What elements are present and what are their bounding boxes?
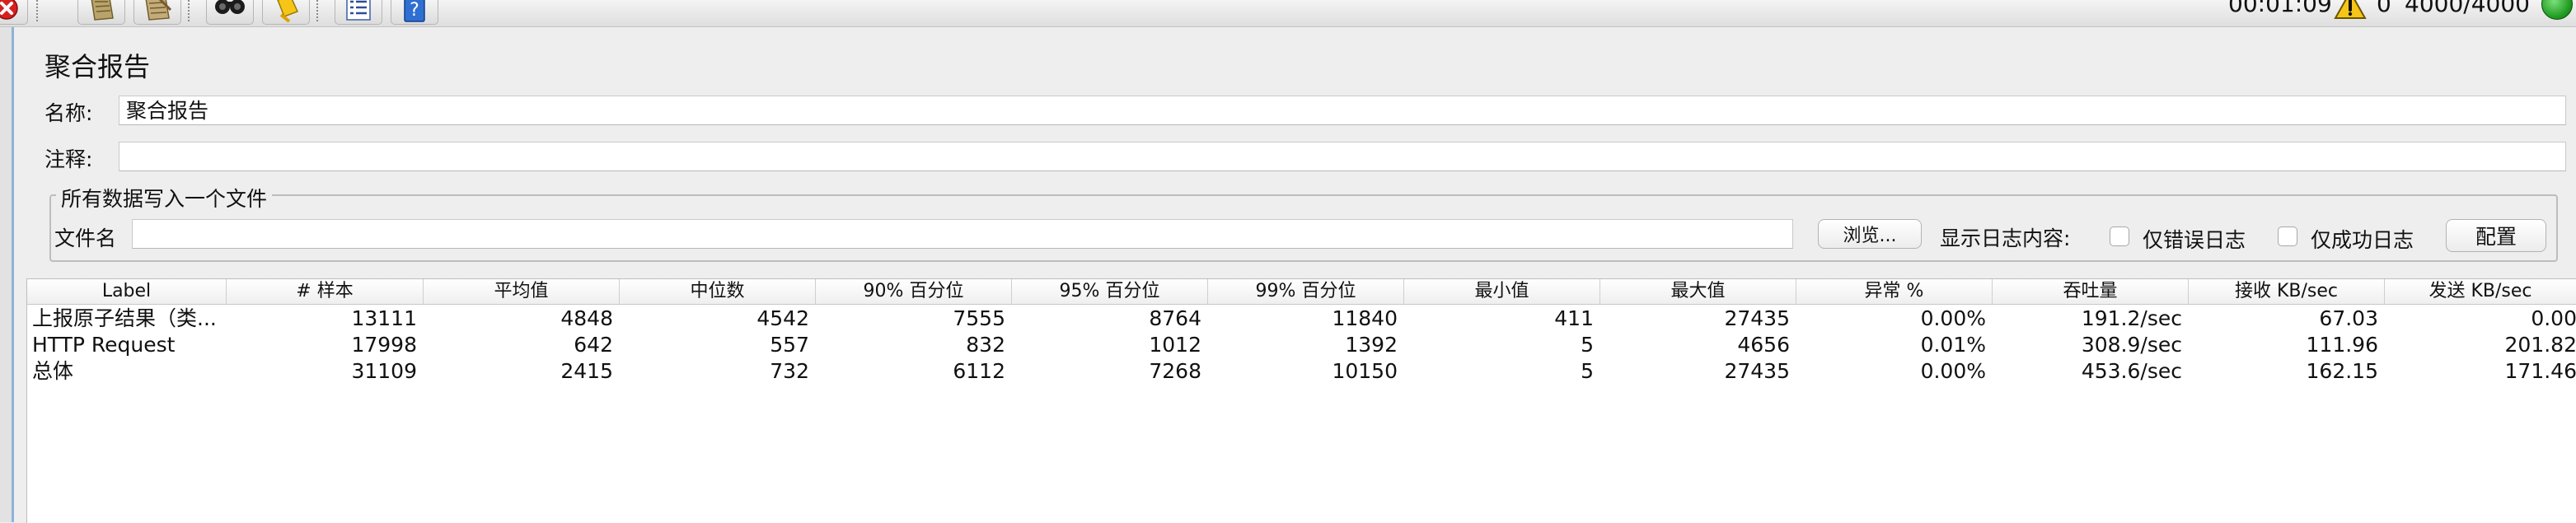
column-header-label[interactable]: Label — [27, 279, 227, 304]
cell-90-percentile: 6112 — [953, 359, 1005, 383]
name-field[interactable]: 聚合报告 — [119, 96, 2566, 125]
comment-field[interactable] — [119, 142, 2566, 171]
cell-average: 4848 — [560, 306, 613, 330]
table-row[interactable]: HTTP Request 17998 642 557 832 1012 1392… — [27, 332, 2576, 358]
column-header-min[interactable]: 最小值 — [1404, 279, 1600, 304]
toolbar: ? 00:01:09 0 4000/4000 — [0, 0, 2576, 27]
cell-max: 27435 — [1724, 359, 1790, 383]
cell-90-percentile: 7555 — [953, 306, 1005, 330]
cell-min: 411 — [1554, 306, 1594, 330]
filename-field[interactable] — [132, 219, 1793, 249]
name-label: 名称: — [44, 101, 93, 125]
column-header-average[interactable]: 平均值 — [424, 279, 620, 304]
cell-label: HTTP Request — [32, 333, 176, 357]
cell-sent-kb: 0.00 — [2531, 306, 2576, 330]
toolbar-separator — [316, 0, 318, 21]
cell-label: 上报原子结果（类... — [32, 306, 217, 330]
toolbar-separator — [188, 0, 190, 21]
comment-label: 注释: — [44, 147, 93, 171]
warning-count: 0 — [2377, 0, 2391, 17]
write-to-file-legend: 所有数据写入一个文件 — [56, 183, 273, 212]
run-status-icon — [2541, 0, 2573, 20]
cell-sent-kb: 201.82 — [2504, 333, 2576, 357]
cell-received-kb: 162.15 — [2306, 359, 2378, 383]
errors-only-checkbox[interactable] — [2110, 226, 2129, 246]
column-header-median[interactable]: 中位数 — [620, 279, 816, 304]
cell-received-kb: 111.96 — [2306, 333, 2378, 357]
column-header-throughput[interactable]: 吞吐量 — [1993, 279, 2189, 304]
configure-button[interactable]: 配置 — [2446, 219, 2546, 252]
table-row[interactable]: 上报原子结果（类... 13111 4848 4542 7555 8764 11… — [27, 306, 2576, 332]
cell-throughput: 453.6/sec — [2081, 359, 2182, 383]
warning-icon[interactable] — [2334, 0, 2367, 20]
cell-throughput: 191.2/sec — [2081, 306, 2182, 330]
column-header-error-rate[interactable]: 异常 % — [1796, 279, 1993, 304]
cell-95-percentile: 7268 — [1149, 359, 1201, 383]
cell-error-rate: 0.01% — [1920, 333, 1986, 357]
cell-90-percentile: 832 — [966, 333, 1005, 357]
broom-icon — [91, 0, 114, 21]
cell-95-percentile: 8764 — [1149, 306, 1201, 330]
toolbar-separator — [36, 0, 38, 21]
column-header-samples[interactable]: # 样本 — [227, 279, 424, 304]
cell-99-percentile: 1392 — [1345, 333, 1398, 357]
cell-min: 5 — [1581, 359, 1594, 383]
tree-panel-edge[interactable] — [0, 27, 14, 522]
browse-button[interactable]: 浏览... — [1818, 219, 1922, 249]
page-title: 聚合报告 — [44, 51, 151, 82]
cell-average: 642 — [574, 333, 613, 357]
column-header-90-percentile[interactable]: 90% 百分位 — [816, 279, 1012, 304]
stop-button[interactable] — [0, 0, 28, 25]
svg-text:?: ? — [410, 0, 419, 21]
cell-max: 27435 — [1724, 306, 1790, 330]
function-helper-icon — [346, 0, 371, 21]
stop-icon — [0, 0, 18, 20]
cell-min: 5 — [1581, 333, 1594, 357]
cell-95-percentile: 1012 — [1149, 333, 1201, 357]
cell-99-percentile: 11840 — [1332, 306, 1398, 330]
cell-median: 4542 — [756, 306, 809, 330]
clear-button[interactable] — [77, 0, 125, 25]
errors-only-label: 仅错误日志 — [2143, 228, 2246, 252]
cell-error-rate: 0.00% — [1920, 306, 1986, 330]
cell-sent-kb: 171.46 — [2504, 359, 2576, 383]
column-header-max[interactable]: 最大值 — [1600, 279, 1796, 304]
success-only-label: 仅成功日志 — [2311, 228, 2414, 252]
cell-average: 2415 — [560, 359, 613, 383]
help-button[interactable]: ? — [391, 0, 438, 25]
cell-samples: 17998 — [351, 333, 417, 357]
elapsed-time: 00:01:09 — [2228, 0, 2332, 17]
clear-search-icon — [277, 0, 299, 23]
column-header-received-kb[interactable]: 接收 KB/sec — [2189, 279, 2385, 304]
column-header-95-percentile[interactable]: 95% 百分位 — [1012, 279, 1208, 304]
table-row[interactable]: 总体 31109 2415 732 6112 7268 10150 5 2743… — [27, 358, 2576, 385]
cell-median: 557 — [770, 333, 809, 357]
column-header-sent-kb[interactable]: 发送 KB/sec — [2385, 279, 2576, 304]
cell-samples: 31109 — [351, 359, 417, 383]
cell-median: 732 — [770, 359, 809, 383]
column-header-99-percentile[interactable]: 99% 百分位 — [1208, 279, 1404, 304]
cell-received-kb: 67.03 — [2319, 306, 2378, 330]
function-helper-button[interactable] — [335, 0, 382, 25]
cell-samples: 13111 — [351, 306, 417, 330]
help-icon: ? — [404, 0, 425, 22]
cell-error-rate: 0.00% — [1920, 359, 1986, 383]
success-only-checkbox[interactable] — [2278, 226, 2297, 246]
filename-label: 文件名 — [54, 226, 117, 250]
active-threads: 4000/4000 — [2405, 0, 2530, 17]
cell-99-percentile: 10150 — [1332, 359, 1398, 383]
cell-label: 总体 — [32, 359, 74, 383]
search-button[interactable] — [206, 0, 254, 25]
clear-all-button[interactable] — [133, 0, 181, 25]
table-header: Label # 样本 平均值 中位数 90% 百分位 95% 百分位 99% 百… — [27, 279, 2576, 305]
aggregate-report-table[interactable]: Label # 样本 平均值 中位数 90% 百分位 95% 百分位 99% 百… — [26, 278, 2576, 523]
cell-max: 4656 — [1737, 333, 1790, 357]
reset-search-button[interactable] — [262, 0, 310, 25]
broom-all-icon — [145, 0, 172, 21]
log-content-label: 显示日志内容: — [1940, 226, 2071, 250]
binoculars-icon — [215, 0, 245, 14]
cell-throughput: 308.9/sec — [2081, 333, 2182, 357]
